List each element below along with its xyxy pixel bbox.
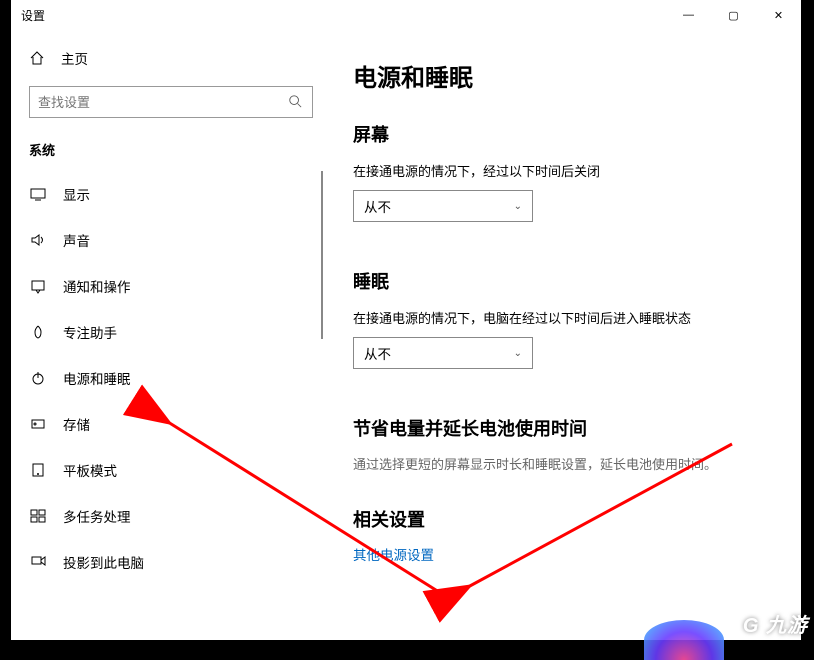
titlebar: 设置 — ▢ ✕ (11, 0, 801, 30)
project-icon (29, 554, 47, 570)
section-label: 系统 (19, 126, 329, 171)
decorative-orb (644, 620, 724, 660)
sidebar-item-label: 多任务处理 (63, 506, 131, 526)
content: 电源和睡眠 屏幕 在接通电源的情况下，经过以下时间后关闭 从不 ⌄ 睡眠 在接通… (329, 30, 801, 640)
scrollbar[interactable] (321, 171, 323, 339)
screen-heading: 屏幕 (353, 121, 777, 147)
sidebar-item-sound[interactable]: 声音 (19, 217, 329, 263)
sidebar-item-notifications[interactable]: 通知和操作 (19, 263, 329, 309)
minimize-button[interactable]: — (666, 0, 711, 30)
sidebar-item-project[interactable]: 投影到此电脑 (19, 539, 329, 585)
sidebar-item-label: 通知和操作 (63, 276, 131, 296)
sleep-label: 在接通电源的情况下，电脑在经过以下时间后进入睡眠状态 (353, 308, 777, 327)
power-icon (29, 370, 47, 386)
sidebar-item-power[interactable]: 电源和睡眠 (19, 355, 329, 401)
sidebar-item-label: 声音 (63, 230, 90, 250)
sidebar-item-multitask[interactable]: 多任务处理 (19, 493, 329, 539)
sidebar-item-label: 显示 (63, 184, 90, 204)
maximize-button[interactable]: ▢ (711, 0, 756, 30)
related-heading: 相关设置 (353, 506, 777, 532)
storage-icon (29, 416, 47, 432)
home-button[interactable]: 主页 (19, 38, 329, 78)
page-title: 电源和睡眠 (353, 58, 777, 93)
search-box[interactable] (29, 86, 313, 118)
sidebar-item-label: 投影到此电脑 (63, 552, 144, 572)
sleep-heading: 睡眠 (353, 268, 777, 294)
screen-label: 在接通电源的情况下，经过以下时间后关闭 (353, 161, 777, 180)
battery-section: 节省电量并延长电池使用时间 通过选择更短的屏幕显示时长和睡眠设置，延长电池使用时… (353, 415, 777, 476)
chevron-down-icon: ⌄ (514, 348, 522, 359)
extra-power-settings-link[interactable]: 其他电源设置 (353, 544, 777, 564)
sidebar-item-tablet[interactable]: 平板模式 (19, 447, 329, 493)
tablet-icon (29, 462, 47, 478)
focus-icon (29, 324, 47, 340)
settings-window: 设置 — ▢ ✕ 主页 系统 (11, 0, 801, 640)
search-input[interactable] (38, 95, 288, 110)
sound-icon (29, 232, 47, 248)
window-title: 设置 (21, 7, 45, 24)
sidebar-item-label: 存储 (63, 414, 90, 434)
sleep-timeout-value: 从不 (364, 343, 391, 363)
display-icon (29, 186, 47, 202)
home-icon (29, 50, 45, 66)
battery-desc: 通过选择更短的屏幕显示时长和睡眠设置，延长电池使用时间。 (353, 455, 777, 476)
nav-list: 显示 声音 通知和操作 专注助手 电源和睡眠 (19, 171, 329, 640)
sidebar-item-display[interactable]: 显示 (19, 171, 329, 217)
screen-timeout-value: 从不 (364, 196, 391, 216)
sidebar-item-label: 平板模式 (63, 460, 117, 480)
sidebar-item-label: 电源和睡眠 (63, 368, 131, 388)
window-controls: — ▢ ✕ (666, 0, 801, 30)
chevron-down-icon: ⌄ (514, 201, 522, 212)
screen-timeout-select[interactable]: 从不 ⌄ (353, 190, 533, 222)
multitask-icon (29, 508, 47, 524)
sidebar: 主页 系统 显示 声音 (11, 30, 329, 640)
sleep-section: 睡眠 在接通电源的情况下，电脑在经过以下时间后进入睡眠状态 从不 ⌄ (353, 268, 777, 369)
sidebar-item-storage[interactable]: 存储 (19, 401, 329, 447)
close-button[interactable]: ✕ (756, 0, 801, 30)
sleep-timeout-select[interactable]: 从不 ⌄ (353, 337, 533, 369)
body: 主页 系统 显示 声音 (11, 30, 801, 640)
sidebar-item-label: 专注助手 (63, 322, 117, 342)
battery-heading: 节省电量并延长电池使用时间 (353, 415, 777, 441)
notifications-icon (29, 278, 47, 294)
sidebar-item-focus[interactable]: 专注助手 (19, 309, 329, 355)
home-label: 主页 (61, 48, 88, 68)
screen-section: 屏幕 在接通电源的情况下，经过以下时间后关闭 从不 ⌄ (353, 121, 777, 222)
search-icon (288, 94, 304, 110)
related-section: 相关设置 其他电源设置 (353, 506, 777, 564)
